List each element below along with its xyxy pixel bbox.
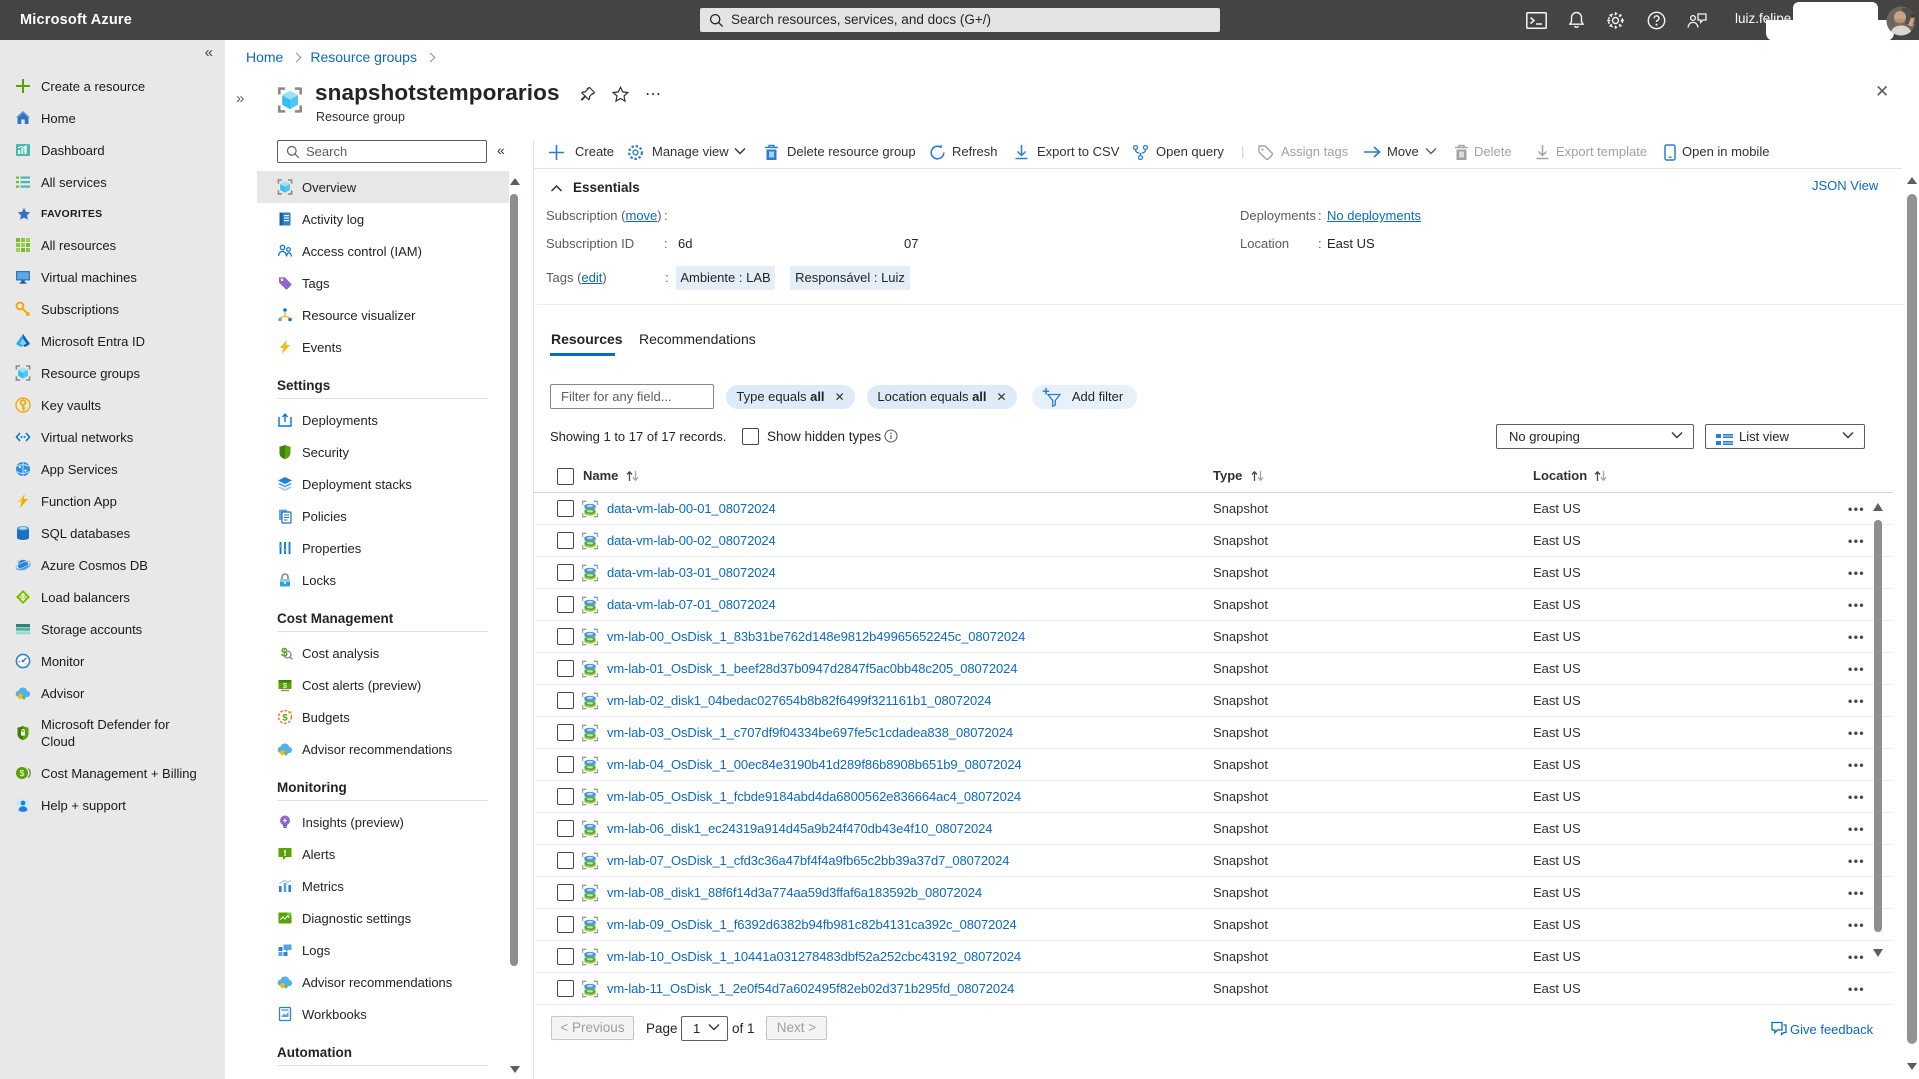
svg-text:$: $ (20, 768, 25, 778)
svg-text:$: $ (282, 712, 288, 723)
